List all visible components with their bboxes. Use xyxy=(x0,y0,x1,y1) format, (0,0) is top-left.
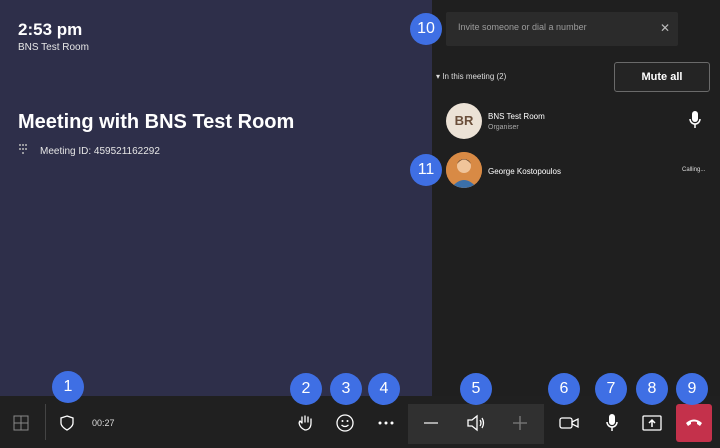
dialpad-icon xyxy=(18,143,28,157)
hang-up-button[interactable] xyxy=(676,404,712,442)
callout-badge: 10 xyxy=(410,13,442,45)
more-options-icon[interactable] xyxy=(373,410,399,436)
video-camera-icon[interactable] xyxy=(556,410,582,436)
close-icon[interactable]: ✕ xyxy=(660,21,670,35)
room-name: BNS Test Room xyxy=(18,42,89,53)
meeting-stage xyxy=(0,0,432,396)
mic-icon[interactable] xyxy=(688,110,702,135)
mute-all-button[interactable]: Mute all xyxy=(614,62,710,92)
callout-badge: 1 xyxy=(52,371,84,403)
participant-name: George Kostopoulos xyxy=(488,167,561,176)
callout-badge: 5 xyxy=(460,373,492,405)
volume-down-icon[interactable] xyxy=(418,410,444,436)
phone-hangup-icon xyxy=(686,419,702,426)
share-screen-icon[interactable] xyxy=(639,410,665,436)
microphone-icon[interactable] xyxy=(599,410,625,436)
divider xyxy=(45,404,46,440)
emoji-icon[interactable] xyxy=(332,410,358,436)
meeting-title: Meeting with BNS Test Room xyxy=(18,111,295,133)
raise-hand-icon[interactable] xyxy=(292,410,318,436)
meeting-id: Meeting ID: 459521162292 xyxy=(40,146,160,157)
call-timer: 00:27 xyxy=(92,418,115,428)
speaker-icon[interactable] xyxy=(463,410,489,436)
callout-badge: 11 xyxy=(410,154,442,186)
callout-badge: 6 xyxy=(548,373,580,405)
invite-input[interactable] xyxy=(458,22,654,32)
volume-up-icon[interactable] xyxy=(507,410,533,436)
avatar: BR xyxy=(446,103,482,139)
invite-box[interactable]: ✕ xyxy=(446,12,678,46)
callout-badge: 7 xyxy=(595,373,627,405)
meeting-time: 2:53 pm xyxy=(18,20,83,39)
avatar xyxy=(446,152,482,188)
participant-status: Calling... xyxy=(682,167,706,173)
in-meeting-label: In this meeting (2) xyxy=(442,72,507,81)
callout-badge: 3 xyxy=(330,373,362,405)
participant-role: Organiser xyxy=(488,124,519,131)
shield-icon[interactable] xyxy=(54,410,80,436)
callout-badge: 4 xyxy=(368,373,400,405)
grid-icon[interactable] xyxy=(8,410,34,436)
callout-badge: 9 xyxy=(676,373,708,405)
participant-name: BNS Test Room xyxy=(488,112,545,121)
in-meeting-toggle[interactable]: ▾ In this meeting (2) xyxy=(436,72,506,81)
participants-panel xyxy=(432,0,720,396)
callout-badge: 2 xyxy=(290,373,322,405)
callout-badge: 8 xyxy=(636,373,668,405)
